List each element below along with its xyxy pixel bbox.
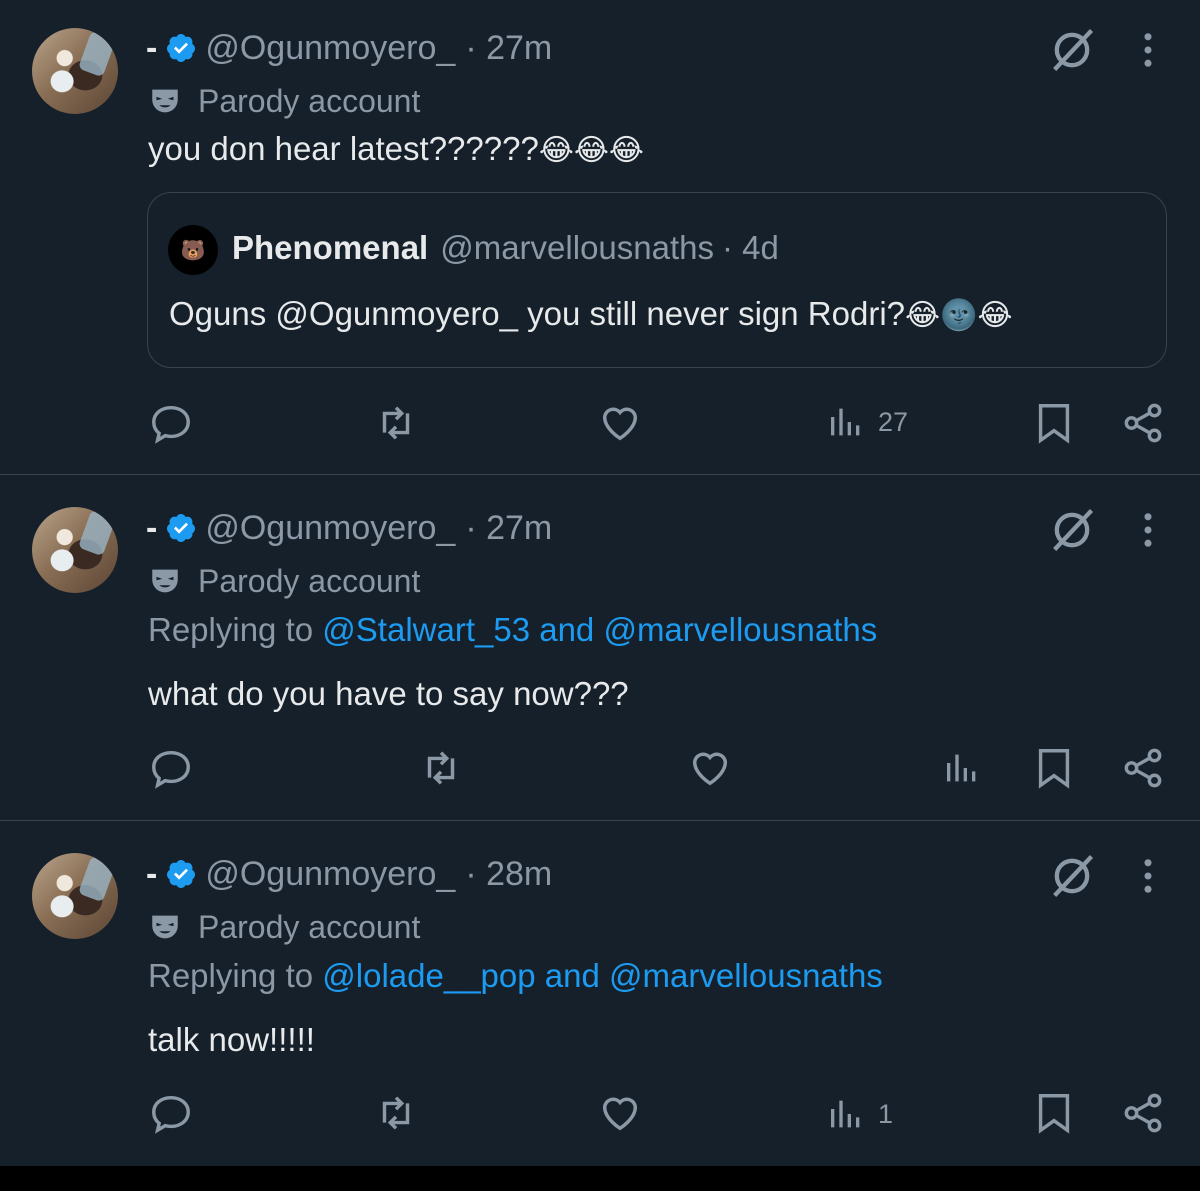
reply-icon	[152, 750, 190, 789]
replying-to: Replying to @Stalwart_53 and @marvellous…	[148, 611, 878, 648]
timestamp[interactable]: · 28m	[465, 855, 552, 894]
display-name[interactable]: -	[146, 855, 157, 894]
reply-button[interactable]	[148, 745, 194, 791]
reply-button[interactable]	[148, 400, 194, 446]
tweet-2[interactable]: - @Ogunmoyero_ · 27m Parody account Repl…	[0, 475, 1200, 820]
grok-icon[interactable]	[1046, 24, 1098, 76]
views-icon	[947, 754, 976, 782]
more-icon[interactable]	[1130, 508, 1166, 552]
views-icon	[831, 408, 860, 436]
tweet-text: talk now!!!!!	[148, 1021, 315, 1058]
retweet-icon	[427, 751, 455, 785]
like-button[interactable]	[687, 745, 733, 791]
verified-badge-icon	[167, 514, 196, 542]
like-button[interactable]	[597, 1090, 643, 1136]
like-icon	[602, 1097, 638, 1131]
retweet-icon	[382, 406, 410, 440]
bookmark-icon	[1038, 404, 1070, 444]
timestamp[interactable]: · 27m	[465, 29, 552, 68]
bookmark-icon	[1038, 1094, 1070, 1134]
verified-badge-icon	[167, 34, 196, 62]
tweet-header: - @Ogunmoyero_ · 28m	[146, 854, 552, 894]
parody-label: Parody account	[148, 81, 420, 121]
parody-mask-icon	[152, 569, 178, 593]
tweet-text: you don hear latest??????😂😂😂	[148, 130, 644, 167]
grok-icon[interactable]	[1046, 850, 1098, 902]
quoted-handle[interactable]: @marvellousnaths	[440, 229, 714, 267]
views-icon	[831, 1100, 860, 1128]
views-count: 1	[878, 1098, 894, 1129]
quoted-display-name[interactable]: Phenomenal	[232, 229, 428, 267]
bookmark-icon	[1038, 749, 1070, 789]
handle[interactable]: @Ogunmoyero_	[205, 29, 455, 68]
retweet-button[interactable]	[418, 745, 464, 791]
views-button[interactable]: 27	[826, 402, 908, 442]
retweet-button[interactable]	[373, 400, 419, 446]
tweet-emoji: 😂😂😂	[538, 134, 644, 167]
verified-badge-icon	[167, 860, 196, 888]
like-button[interactable]	[597, 400, 643, 446]
grok-icon[interactable]	[1046, 504, 1098, 556]
bookmark-button[interactable]	[1031, 400, 1077, 446]
replying-to: Replying to @lolade__pop and @marvellous…	[148, 957, 883, 994]
views-count: 27	[878, 406, 909, 437]
avatar[interactable]	[32, 853, 118, 939]
bookmark-button[interactable]	[1031, 745, 1077, 791]
parody-mask-icon	[152, 915, 178, 939]
views-button[interactable]: 1	[826, 1094, 893, 1134]
handle[interactable]: @Ogunmoyero_	[205, 855, 455, 894]
quoted-avatar[interactable]: 🐻	[168, 225, 218, 275]
display-name[interactable]: -	[146, 29, 157, 68]
avatar[interactable]	[32, 507, 118, 593]
reply-icon	[152, 405, 190, 444]
parody-mask-icon	[152, 89, 178, 113]
retweet-icon	[382, 1096, 410, 1130]
bookmark-button[interactable]	[1031, 1090, 1077, 1136]
share-icon	[1124, 1093, 1162, 1133]
like-icon	[602, 407, 638, 441]
tweet-1[interactable]: - @Ogunmoyero_ · 27m Parody account you …	[0, 0, 1200, 474]
tweet-header: - @Ogunmoyero_ · 27m	[146, 508, 552, 548]
share-button[interactable]	[1120, 400, 1166, 446]
quoted-timestamp: · 4d	[722, 229, 779, 266]
tweet-text: what do you have to say now???	[148, 675, 629, 712]
views-button[interactable]	[942, 748, 994, 788]
retweet-button[interactable]	[373, 1090, 419, 1136]
timestamp[interactable]: · 27m	[465, 509, 552, 548]
more-icon[interactable]	[1130, 854, 1166, 898]
reply-button[interactable]	[148, 1090, 194, 1136]
avatar[interactable]	[32, 28, 118, 114]
share-button[interactable]	[1120, 1090, 1166, 1136]
share-icon	[1124, 403, 1162, 443]
share-icon	[1124, 748, 1162, 788]
quoted-header: Phenomenal @marvellousnaths · 4d	[232, 229, 779, 267]
replying-to-links[interactable]: @lolade__pop and @marvellousnaths	[322, 957, 883, 994]
tweet-3[interactable]: - @Ogunmoyero_ · 28m Parody account Repl…	[0, 821, 1200, 1166]
more-icon[interactable]	[1130, 28, 1166, 72]
like-icon	[692, 752, 728, 786]
quoted-text: Oguns @Ogunmoyero_ you still never sign …	[169, 295, 1013, 332]
parody-label: Parody account	[148, 561, 420, 601]
tweet-header: - @Ogunmoyero_ · 27m	[146, 28, 552, 68]
replying-to-links[interactable]: @Stalwart_53 and @marvellousnaths	[322, 611, 877, 648]
reply-icon	[152, 1095, 190, 1134]
display-name[interactable]: -	[146, 509, 157, 548]
quoted-tweet[interactable]: 🐻 Phenomenal @marvellousnaths · 4d Oguns…	[147, 192, 1167, 368]
handle[interactable]: @Ogunmoyero_	[205, 509, 455, 548]
parody-label: Parody account	[148, 907, 420, 947]
share-button[interactable]	[1120, 745, 1166, 791]
bottom-bar	[0, 1166, 1200, 1191]
